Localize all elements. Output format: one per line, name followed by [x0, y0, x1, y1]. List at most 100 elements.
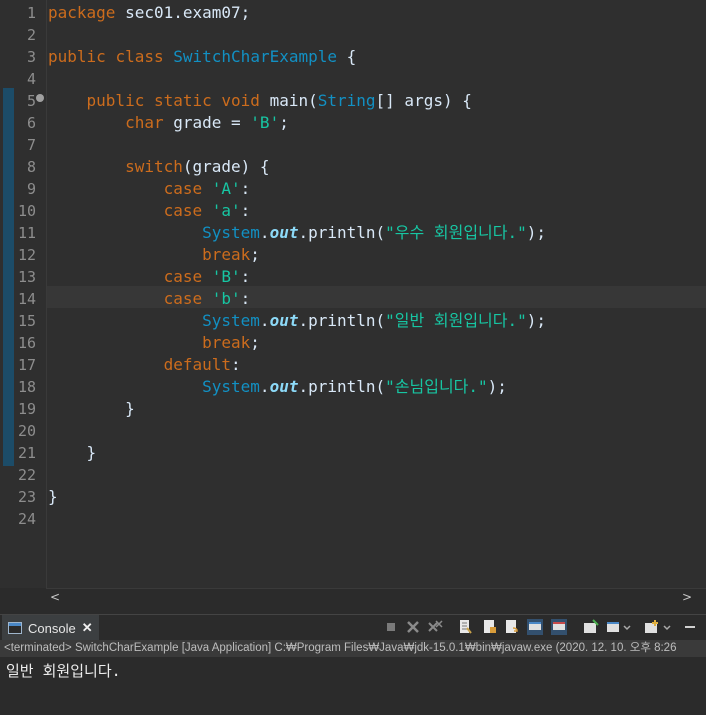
char-literal: 'B' [211, 267, 241, 286]
line-number: 20 [17, 422, 36, 440]
code-text: : [240, 267, 251, 286]
minimize-icon[interactable] [682, 619, 698, 635]
line-number: 5 [26, 92, 36, 110]
code-editor[interactable]: 1 2 3 4 5 6 7 8 9 10 11 12 13 14 15 16 1… [0, 0, 706, 588]
code-text: ; [250, 333, 260, 352]
console-view-header: Console ✕ [0, 614, 706, 641]
keyword: switch [125, 157, 183, 176]
code-line-13[interactable]: case 'B': [48, 266, 251, 288]
remove-launch-icon[interactable] [405, 619, 421, 635]
console-process-description: <terminated> SwitchCharExample [Java App… [0, 640, 706, 657]
code-text: . [259, 223, 270, 242]
code-text: : [240, 201, 251, 220]
chevron-down-icon[interactable] [622, 619, 632, 635]
code-text: : [240, 289, 251, 308]
code-text: sec01.exam07; [115, 3, 251, 22]
class-name: System [202, 223, 260, 242]
clear-console-icon[interactable] [457, 619, 473, 635]
code-line-9[interactable]: case 'A': [48, 178, 251, 200]
code-text: grade = [163, 113, 251, 132]
keyword: default [163, 355, 232, 374]
code-text: ); [526, 223, 547, 242]
open-console-icon[interactable] [644, 619, 660, 635]
line-number: 6 [26, 114, 36, 132]
code-line-15[interactable]: System.out.println("일반 회원입니다."); [48, 310, 546, 332]
code-text: : [231, 355, 241, 374]
keyword: package [48, 3, 116, 22]
tab-console[interactable]: Console ✕ [2, 615, 99, 641]
code-line-16[interactable]: break; [48, 332, 260, 354]
keyword: class [115, 47, 164, 66]
override-marker-icon[interactable] [36, 94, 44, 102]
code-line-3[interactable]: public class SwitchCharExample { [48, 46, 356, 68]
static-field: out [269, 223, 299, 242]
code-text: } [86, 443, 97, 462]
scroll-left-arrow-icon[interactable]: < [50, 590, 60, 604]
code-line-17[interactable]: default: [48, 354, 241, 376]
code-text: ); [487, 377, 507, 396]
line-number: 8 [26, 158, 36, 176]
line-number: 18 [17, 378, 36, 396]
code-line-18[interactable]: System.out.println("손님입니다."); [48, 376, 507, 398]
code-text: .println( [298, 311, 386, 330]
keyword: static [153, 91, 212, 110]
code-line-23[interactable]: } [48, 486, 58, 508]
keyword: case [163, 201, 203, 220]
code-text: .println( [298, 223, 386, 242]
class-name: SwitchCharExample [173, 47, 338, 66]
line-number: 13 [17, 268, 36, 286]
display-selected-console-icon[interactable] [606, 619, 622, 635]
line-number-ruler: 1 2 3 4 5 6 7 8 9 10 11 12 13 14 15 16 1… [0, 0, 47, 588]
panel-divider[interactable] [0, 606, 706, 614]
remove-all-terminated-icon[interactable] [427, 619, 443, 635]
code-line-5[interactable]: public static void main(String[] args) { [48, 90, 472, 112]
code-text: { [337, 47, 357, 66]
code-line-10[interactable]: case 'a': [48, 200, 251, 222]
view-menu-icon[interactable] [662, 619, 672, 635]
code-line-12[interactable]: break; [48, 244, 260, 266]
line-number: 15 [17, 312, 36, 330]
console-output-line: 일반 회원입니다. [6, 662, 121, 680]
string-literal: "우수 회원입니다." [385, 223, 527, 242]
line-number: 11 [17, 224, 36, 242]
class-name: System [202, 377, 260, 396]
code-line-1[interactable]: package sec01.exam07; [48, 2, 250, 24]
string-literal: "손님입니다." [385, 377, 488, 396]
scroll-right-arrow-icon[interactable]: > [682, 590, 692, 604]
code-line-21[interactable]: } [48, 442, 97, 464]
type-name: String [317, 91, 376, 110]
class-name: System [202, 311, 260, 330]
code-text: . [259, 311, 270, 330]
code-line-8[interactable]: switch(grade) { [48, 156, 270, 178]
code-text: : [240, 179, 251, 198]
show-on-stdout-icon[interactable] [527, 619, 543, 635]
pin-console-icon[interactable] [583, 619, 599, 635]
line-number: 19 [17, 400, 36, 418]
word-wrap-icon[interactable] [504, 619, 520, 635]
terminate-icon[interactable] [383, 619, 399, 635]
line-number: 7 [26, 136, 36, 154]
code-line-19[interactable]: } [48, 398, 135, 420]
console-output-area[interactable]: 일반 회원입니다. [0, 657, 706, 715]
code-line-11[interactable]: System.out.println("우수 회원입니다."); [48, 222, 546, 244]
code-line-6[interactable]: char grade = 'B'; [48, 112, 289, 134]
horizontal-scrollbar[interactable]: < > [46, 588, 706, 607]
line-number: 2 [26, 26, 36, 44]
code-text: ; [250, 245, 260, 264]
code-text: . [259, 377, 270, 396]
change-ruler-bar [3, 88, 14, 466]
char-literal: 'B' [250, 113, 280, 132]
char-literal: 'b' [211, 289, 241, 308]
string-literal: "일반 회원입니다." [385, 311, 527, 330]
console-icon [8, 622, 22, 634]
static-field: out [269, 377, 299, 396]
line-number: 1 [26, 4, 36, 22]
code-text: (grade) { [182, 157, 270, 176]
keyword: public [48, 47, 106, 66]
scroll-lock-icon[interactable] [482, 619, 498, 635]
code-line-14[interactable]: case 'b': [48, 288, 251, 310]
close-tab-icon[interactable]: ✕ [82, 620, 93, 636]
code-text: ; [279, 113, 289, 132]
show-on-stderr-icon[interactable] [551, 619, 567, 635]
code-text: } [48, 487, 58, 506]
